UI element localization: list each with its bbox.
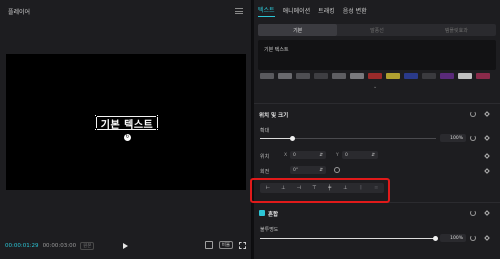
tab-text[interactable]: 텍스트 <box>258 5 275 17</box>
rotation-dial-icon[interactable] <box>334 167 340 173</box>
resize-handle-tl[interactable] <box>94 114 97 117</box>
swatch[interactable] <box>476 73 490 79</box>
scale-slider[interactable] <box>260 136 436 141</box>
blend-toggle-checkbox[interactable] <box>259 210 265 216</box>
fullscreen-icon[interactable] <box>239 241 246 249</box>
stepper-arrows-icon[interactable]: ⇵ <box>371 153 375 158</box>
subtab-basic[interactable]: 기본 <box>258 24 338 36</box>
rotation-label: 회전 <box>260 169 270 175</box>
keyframe-diamond-icon[interactable] <box>484 111 490 117</box>
highlight-annotation-frame <box>250 178 390 203</box>
timecode-total: 00:00:03:00 <box>42 243 77 249</box>
tab-tracking[interactable]: 트래킹 <box>318 6 335 17</box>
stepper-arrows-icon[interactable]: ⇵ <box>319 168 323 173</box>
player-title: 플레이어 <box>8 8 31 16</box>
keyframe-diamond-icon[interactable] <box>484 168 490 174</box>
timecode-current: 00:00:01:29 <box>5 243 39 249</box>
canvas-text-layer[interactable]: 기본 텍스트 <box>96 116 158 131</box>
swatch[interactable] <box>440 73 454 79</box>
swatch[interactable] <box>458 73 472 79</box>
swatch[interactable] <box>332 73 346 79</box>
quality-badge[interactable]: 원본 <box>80 242 95 250</box>
resize-handle-bl[interactable] <box>94 128 97 131</box>
resize-handle-br[interactable] <box>156 128 159 131</box>
swatch[interactable] <box>422 73 436 79</box>
scale-slider-knob[interactable] <box>290 136 295 141</box>
divider <box>254 103 500 104</box>
text-content-field[interactable]: 기본 텍스트 <box>258 40 496 70</box>
reset-icon[interactable] <box>470 111 476 117</box>
reset-icon[interactable] <box>470 235 476 241</box>
text-properties-panel: 텍스트 애니메이션 트래킹 음성 변환 기본 말풍선 템플릿효과 기본 텍스트 … <box>254 0 500 259</box>
subtab-bar: 기본 말풍선 템플릿효과 <box>258 24 496 36</box>
opacity-slider-knob[interactable] <box>433 236 438 241</box>
swatch[interactable] <box>350 73 364 79</box>
rotate-handle-icon[interactable]: ↻ <box>124 134 131 141</box>
scale-label: 확대 <box>260 128 270 134</box>
swatch[interactable] <box>314 73 328 79</box>
opacity-slider[interactable] <box>260 236 438 241</box>
opacity-value[interactable]: 100% <box>440 234 466 242</box>
reset-icon[interactable] <box>470 210 476 216</box>
keyframe-diamond-icon[interactable] <box>484 210 490 216</box>
reset-icon[interactable] <box>470 135 476 141</box>
subtab-bubble[interactable]: 말풍선 <box>337 24 416 36</box>
crop-icon[interactable] <box>204 241 213 249</box>
preview-canvas[interactable]: 기본 텍스트 ↻ <box>6 54 246 190</box>
chevron-down-icon[interactable]: ⌄ <box>373 84 377 90</box>
section-title-position-size: 위치 및 크기 <box>259 113 289 119</box>
position-y-input[interactable]: 0 ⇵ <box>342 151 378 159</box>
y-value: 0 <box>345 152 348 158</box>
opacity-slider-fill <box>260 238 436 239</box>
play-icon[interactable] <box>123 243 128 249</box>
swatch[interactable] <box>296 73 310 79</box>
rotation-value: 0° <box>293 167 299 173</box>
swatch[interactable] <box>368 73 382 79</box>
resize-handle-tr[interactable] <box>156 114 159 117</box>
keyframe-diamond-icon[interactable] <box>484 135 490 141</box>
player-header: 플레이어 <box>0 0 251 22</box>
player-footer-controls: 비율 <box>204 241 246 249</box>
opacity-label: 불투명도 <box>260 227 279 233</box>
ratio-button[interactable]: 비율 <box>218 241 233 249</box>
section-title-blend: 혼합 <box>268 212 279 218</box>
x-value: 0 <box>293 152 296 158</box>
y-axis-label: Y <box>336 153 339 158</box>
keyframe-diamond-icon[interactable] <box>484 153 490 159</box>
player-panel: 플레이어 기본 텍스트 ↻ 00:00:01:29 00:00:03:00 원본… <box>0 0 252 259</box>
keyframe-diamond-icon[interactable] <box>484 235 490 241</box>
position-x-input[interactable]: 0 ⇵ <box>290 151 326 159</box>
scale-slider-fill <box>260 138 292 139</box>
style-swatches <box>258 73 496 81</box>
swatch[interactable] <box>386 73 400 79</box>
tab-animation[interactable]: 애니메이션 <box>283 6 311 17</box>
panel-tabs: 텍스트 애니메이션 트래킹 음성 변환 <box>254 0 500 22</box>
tab-voice-convert[interactable]: 음성 변환 <box>343 6 367 17</box>
stepper-arrows-icon[interactable]: ⇵ <box>319 153 323 158</box>
swatch[interactable] <box>260 73 274 79</box>
player-footer: 00:00:01:29 00:00:03:00 원본 비율 <box>0 233 252 259</box>
position-label: 위치 <box>260 154 270 160</box>
swatch[interactable] <box>404 73 418 79</box>
swatch[interactable] <box>278 73 292 79</box>
hamburger-menu-icon[interactable] <box>235 8 243 14</box>
scale-value[interactable]: 100% <box>440 134 466 142</box>
rotation-input[interactable]: 0° ⇵ <box>290 166 326 174</box>
x-axis-label: X <box>284 153 288 158</box>
subtab-template-effect[interactable]: 템플릿효과 <box>417 24 496 36</box>
